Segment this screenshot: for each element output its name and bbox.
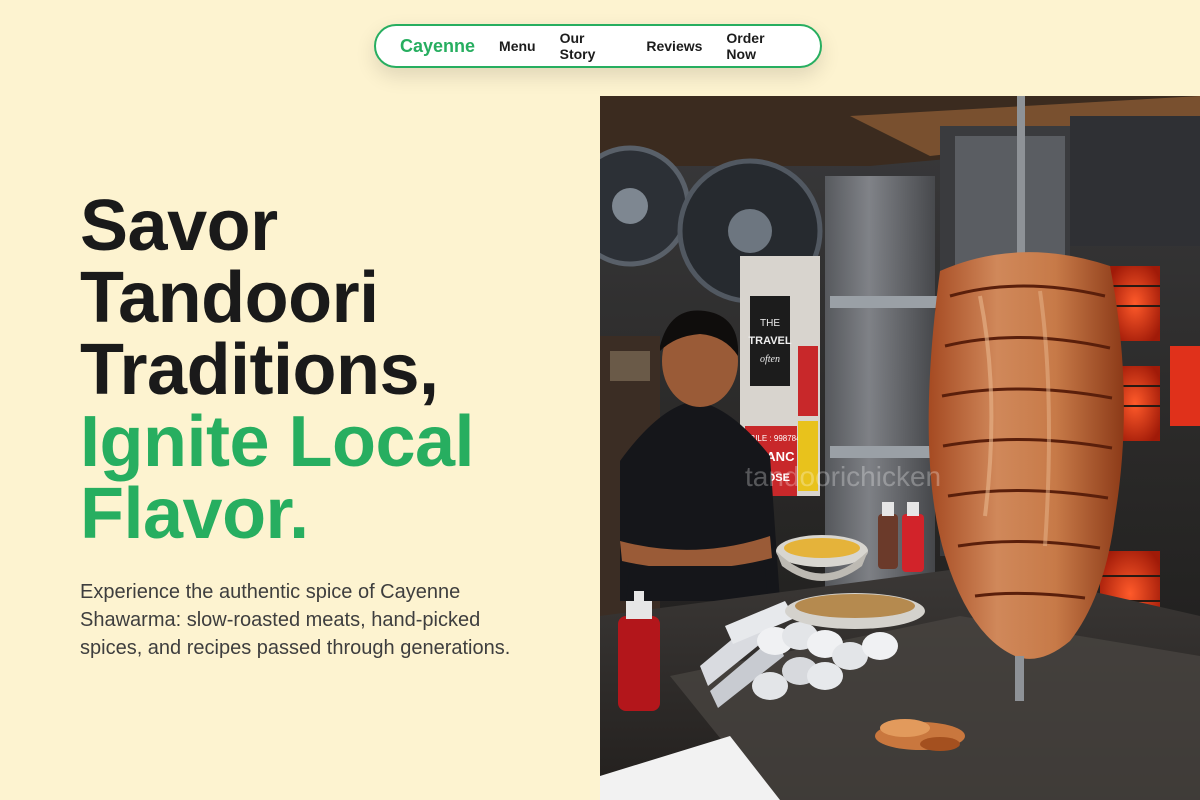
headline-line-4: Ignite Local [80, 402, 475, 482]
poster-text-2: TRAVEL [748, 335, 791, 347]
hero-headline: Savor Tandoori Traditions, Ignite Local … [80, 190, 580, 550]
nav-link-our-story[interactable]: Our Story [560, 30, 623, 62]
headline-line-3: Traditions, [80, 330, 439, 410]
headline-line-1: Savor [80, 186, 278, 266]
image-watermark: tandoorichicken [745, 461, 941, 492]
hero-image-shawarma: THE TRAVEL often MOBILE : 9987845 BRANC … [600, 96, 1200, 800]
headline-line-2: Tandoori [80, 258, 379, 338]
poster-text-3: often [760, 354, 780, 365]
brand-logo[interactable]: Cayenne [400, 36, 475, 57]
nav-link-reviews[interactable]: Reviews [646, 38, 702, 54]
hero-text: Savor Tandoori Traditions, Ignite Local … [80, 190, 580, 662]
wall-fan-left-icon [600, 145, 691, 267]
landing-page: Cayenne Menu Our Story Reviews Order Now… [0, 0, 1200, 800]
poster-text-1: THE [760, 318, 780, 329]
nav-link-order-now[interactable]: Order Now [726, 30, 796, 62]
headline-line-5: Flavor. [80, 474, 309, 554]
nav-link-menu[interactable]: Menu [499, 38, 536, 54]
top-nav: Cayenne Menu Our Story Reviews Order Now [374, 24, 822, 68]
hero-subtext: Experience the authentic spice of Cayenn… [80, 581, 511, 659]
